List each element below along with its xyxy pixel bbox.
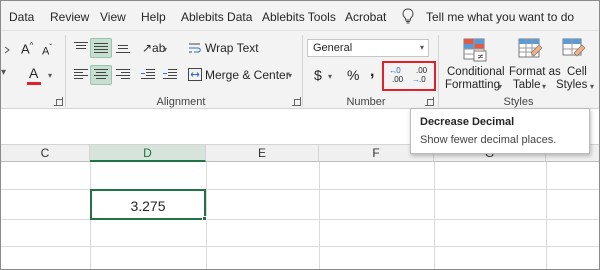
currency-format-icon[interactable]: $: [314, 67, 322, 83]
percent-style-icon[interactable]: %: [347, 67, 359, 83]
cell-styles-dropdown-icon[interactable]: ▾: [590, 82, 594, 91]
gridline: [434, 162, 435, 269]
middle-align-icon: [94, 42, 108, 54]
font-color-swatch: [27, 82, 41, 85]
active-cell-d[interactable]: 3.275: [90, 189, 206, 220]
gridline: [1, 246, 599, 247]
svg-text:≠: ≠: [477, 52, 484, 61]
top-align-icon[interactable]: [74, 42, 88, 54]
menu-acrobat[interactable]: Acrobat: [345, 10, 386, 24]
orientation-dropdown-icon[interactable]: ▾: [163, 45, 167, 54]
cell-styles-icon[interactable]: [561, 37, 587, 63]
number-format-dropdown[interactable]: General ▾: [307, 39, 429, 57]
conditional-formatting-label-1[interactable]: Conditional: [447, 66, 505, 78]
separator: [302, 35, 303, 107]
comma-style-icon[interactable]: ,: [370, 63, 374, 81]
menu-ablebits-data[interactable]: Ablebits Data: [181, 10, 252, 24]
menu-bar: Data Review View Help Ablebits Data Able…: [1, 1, 599, 31]
menu-view[interactable]: View: [100, 10, 126, 24]
currency-dropdown-icon[interactable]: ▾: [328, 72, 332, 81]
number-group-launcher-icon[interactable]: [425, 97, 434, 106]
number-group-label: Number: [346, 96, 386, 108]
align-left-icon[interactable]: [74, 69, 88, 81]
styles-group-label: Styles: [503, 96, 534, 108]
merge-center-icon: [188, 68, 202, 81]
conditional-formatting-icon[interactable]: ≠: [462, 37, 488, 63]
wrap-text-button[interactable]: Wrap Text: [205, 41, 259, 55]
column-header-c[interactable]: C: [1, 145, 90, 162]
font-group-launcher-icon[interactable]: [54, 97, 63, 106]
alignment-group-launcher-icon[interactable]: [292, 97, 301, 106]
increase-font-size-icon[interactable]: A^: [21, 41, 33, 56]
tooltip-title: Decrease Decimal: [420, 116, 515, 128]
cell-styles-label-1[interactable]: Cell: [567, 66, 587, 78]
decrease-decimal-highlight-box: [382, 61, 436, 91]
increase-indent-icon[interactable]: [163, 69, 177, 81]
wrap-text-icon: [189, 43, 201, 53]
alignment-group-label: Alignment: [156, 96, 206, 108]
separator: [65, 35, 66, 107]
format-as-table-label-2[interactable]: Table: [513, 79, 541, 91]
bottom-align-icon[interactable]: [116, 42, 130, 54]
conditional-formatting-label-2[interactable]: Formatting: [445, 79, 500, 91]
font-color-dropdown-icon[interactable]: ▾: [48, 71, 52, 80]
merge-center-dropdown-icon[interactable]: ▾: [288, 71, 292, 80]
column-header-e[interactable]: E: [206, 145, 319, 162]
menu-help[interactable]: Help: [141, 10, 166, 24]
fill-color-dropdown-icon[interactable]: ▾: [1, 67, 6, 78]
format-as-table-label-1[interactable]: Format as: [509, 66, 561, 78]
number-format-value: General: [313, 42, 353, 54]
format-as-table-icon[interactable]: [517, 37, 543, 63]
menu-review[interactable]: Review: [50, 10, 89, 24]
menu-data[interactable]: Data: [9, 10, 34, 24]
menu-ablebits-tools[interactable]: Ablebits Tools: [262, 10, 336, 24]
column-header-d[interactable]: D: [90, 145, 206, 162]
gridline: [546, 162, 547, 269]
tell-me-search[interactable]: Tell me what you want to do: [426, 10, 574, 24]
align-right-icon[interactable]: [116, 69, 130, 81]
separator: [438, 35, 439, 107]
format-as-table-dropdown-icon[interactable]: ▾: [542, 82, 546, 91]
font-size-chevron-icon[interactable]: [4, 45, 12, 55]
excel-window: Data Review View Help Ablebits Data Able…: [0, 0, 600, 270]
conditional-formatting-dropdown-icon[interactable]: ▾: [498, 82, 502, 91]
decrease-decimal-tooltip: Decrease Decimal Show fewer decimal plac…: [410, 108, 590, 154]
gridline: [319, 162, 320, 269]
chevron-down-icon: ▾: [419, 43, 424, 52]
decrease-font-size-icon[interactable]: Aˇ: [42, 43, 52, 58]
cell-value: 3.275: [130, 198, 166, 214]
decrease-indent-icon[interactable]: [141, 69, 155, 81]
merge-center-button[interactable]: Merge & Center: [205, 68, 290, 82]
center-align-icon: [94, 69, 108, 81]
cell-styles-label-2[interactable]: Styles: [556, 79, 587, 91]
fill-handle[interactable]: [202, 216, 207, 221]
lightbulb-icon: [402, 8, 414, 24]
orientation-icon[interactable]: ↗ab: [142, 41, 165, 55]
tooltip-description: Show fewer decimal places.: [420, 134, 557, 146]
font-color-icon[interactable]: A: [29, 65, 38, 81]
